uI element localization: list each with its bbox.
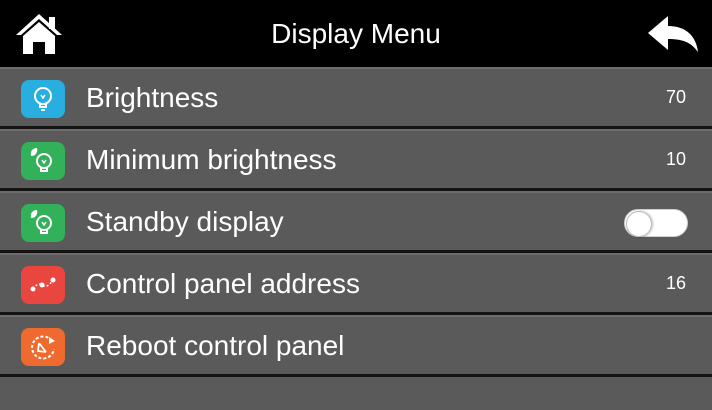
menu-item-reboot-control-panel[interactable]: Reboot control panel <box>0 315 712 377</box>
control-panel-address-value: 16 <box>665 273 686 293</box>
menu-item-label: Reboot control panel <box>86 329 345 361</box>
top-bar: Display Menu <box>0 0 712 67</box>
back-button[interactable] <box>646 14 700 54</box>
reboot-icon <box>21 328 65 366</box>
menu-item-control-panel-address[interactable]: Control panel address 16 <box>0 253 712 315</box>
menu-item-brightness[interactable]: Brightness 70 <box>0 67 712 129</box>
page-title: Display Menu <box>271 17 441 49</box>
menu-item-minimum-brightness[interactable]: Minimum brightness 10 <box>0 129 712 191</box>
display-menu-list: Brightness 70 Minimum brightness 10 Stan… <box>0 67 712 377</box>
minimum-brightness-value: 10 <box>665 149 686 169</box>
eco-lightbulb-icon <box>21 204 65 242</box>
toggle-knob <box>626 211 652 237</box>
network-route-icon <box>21 266 65 304</box>
standby-display-toggle[interactable] <box>624 209 688 237</box>
brightness-value: 70 <box>665 87 686 107</box>
menu-item-label: Control panel address <box>86 267 360 299</box>
menu-item-label: Minimum brightness <box>86 143 337 175</box>
menu-item-standby-display[interactable]: Standby display <box>0 191 712 253</box>
eco-lightbulb-icon <box>21 142 65 180</box>
menu-item-label: Brightness <box>86 81 219 113</box>
lightbulb-icon <box>21 80 65 118</box>
back-arrow-icon <box>648 16 698 52</box>
menu-item-label: Standby display <box>86 205 284 237</box>
